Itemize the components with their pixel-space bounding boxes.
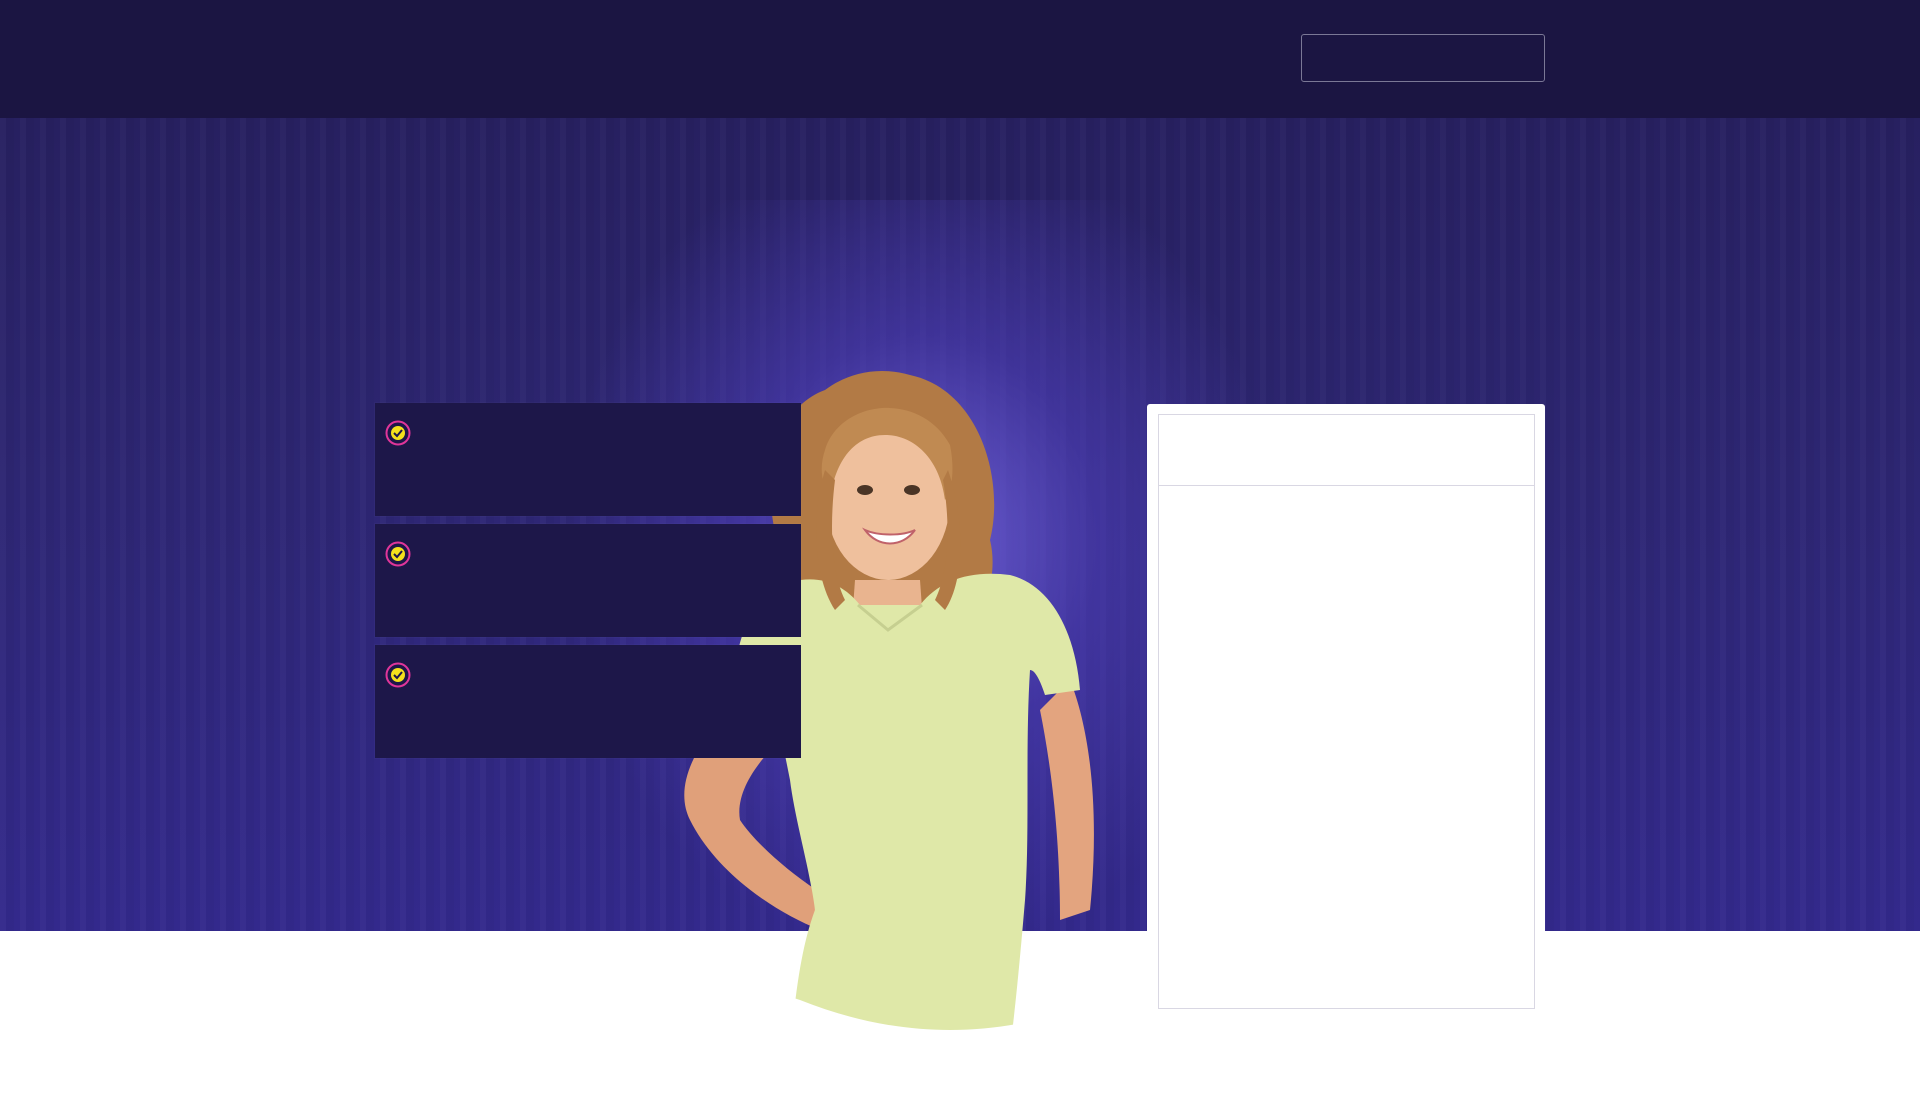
form-body[interactable] xyxy=(1159,486,1534,1008)
form-frame xyxy=(1158,414,1535,1009)
benefit-item xyxy=(375,403,801,516)
check-circle-icon xyxy=(385,541,411,567)
top-navigation-bar xyxy=(0,0,1920,118)
header-cta-button[interactable] xyxy=(1301,34,1545,82)
check-circle-icon xyxy=(385,420,411,446)
benefit-item xyxy=(375,524,801,637)
check-circle-icon xyxy=(385,662,411,688)
form-title xyxy=(1159,415,1534,486)
benefit-item xyxy=(375,645,801,758)
signup-form-card xyxy=(1147,404,1545,1014)
landing-page xyxy=(0,0,1920,1112)
